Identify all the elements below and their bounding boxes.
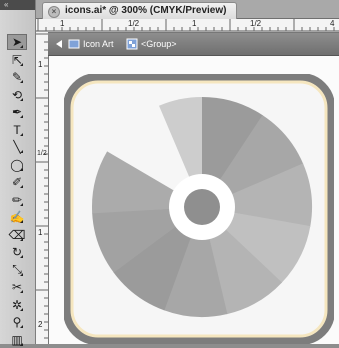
flyout-indicator-icon — [20, 325, 23, 328]
ruler-label: 1/2 — [37, 150, 47, 157]
document-tab[interactable]: × icons.ai* @ 300% (CMYK/Preview) — [42, 2, 238, 19]
column-graph-tool[interactable]: ▥ — [7, 332, 27, 348]
flyout-indicator-icon — [20, 45, 23, 48]
flyout-indicator-icon — [20, 237, 23, 241]
flyout-indicator-icon — [20, 342, 23, 346]
back-arrow-icon[interactable] — [54, 37, 64, 51]
flyout-indicator-icon — [20, 115, 23, 118]
breadcrumb-group-label: <Group> — [141, 39, 177, 49]
close-tab-icon[interactable]: × — [48, 6, 60, 18]
group-icon — [126, 38, 138, 50]
tools-panel: « ➤ ⇱ ✎ ⟲ ✒ T ╲ ◯ ✐ ✏ ✍ ⌫ ↻ ⤡ ✂ ✲ ⚲ ▥ — [0, 0, 36, 347]
isolation-mode-bar: Icon Art <Group> — [48, 33, 339, 56]
vertical-ruler[interactable]: 1 1/2 1 2 — [36, 32, 49, 344]
breadcrumb-group[interactable]: <Group> — [126, 37, 177, 51]
eraser-tool[interactable]: ⌫ — [7, 227, 27, 243]
ruler-label: 1 — [192, 19, 197, 28]
width-tool[interactable]: ✂ — [7, 279, 27, 295]
flyout-indicator-icon — [20, 272, 23, 276]
document-tab-bar: × icons.ai* @ 300% (CMYK/Preview) — [36, 0, 339, 19]
ruler-label: 2 — [38, 320, 43, 329]
ruler-label: 1 — [60, 19, 65, 28]
tools-panel-header[interactable]: « — [0, 0, 35, 10]
blob-brush-tool[interactable]: ✍ — [7, 209, 27, 225]
flyout-indicator-icon — [20, 255, 23, 258]
breadcrumb-layer[interactable]: Icon Art — [68, 37, 114, 51]
magic-wand-tool[interactable]: ✎ — [7, 69, 27, 85]
flyout-indicator-icon — [20, 290, 23, 293]
horizontal-ruler-ticks — [36, 19, 339, 32]
ruler-label: 4 — [330, 19, 335, 28]
selection-tool[interactable]: ➤ — [7, 34, 27, 50]
zoom-tool[interactable]: ⚲ — [7, 314, 27, 330]
pen-tool[interactable]: ✒ — [7, 104, 27, 120]
type-tool[interactable]: T — [7, 122, 27, 138]
layer-icon — [68, 39, 80, 49]
flyout-indicator-icon — [20, 202, 23, 206]
flyout-indicator-icon — [20, 150, 23, 153]
ellipse-tool[interactable]: ◯ — [7, 157, 27, 173]
flyout-indicator-icon — [20, 80, 23, 83]
breadcrumb-layer-label: Icon Art — [83, 39, 114, 49]
ruler-label: 1/2 — [250, 19, 262, 28]
flyout-indicator-icon — [20, 185, 23, 188]
ruler-label: 1/2 — [128, 19, 140, 28]
icon-artwork[interactable] — [64, 74, 334, 344]
scale-tool[interactable]: ⤡ — [7, 262, 27, 278]
line-segment-tool[interactable]: ╲ — [7, 139, 27, 155]
ruler-label: 1 — [38, 60, 43, 69]
flyout-indicator-icon — [20, 220, 23, 223]
ruler-label: 1 — [38, 228, 43, 237]
pencil-tool[interactable]: ✏ — [7, 192, 27, 208]
rotate-tool[interactable]: ↻ — [7, 244, 27, 260]
lasso-tool[interactable]: ⟲ — [7, 87, 27, 103]
flyout-indicator-icon — [20, 167, 23, 171]
flyout-indicator-icon — [20, 132, 23, 136]
document-tab-title: icons.ai* @ 300% (CMYK/Preview) — [65, 5, 227, 16]
direct-selection-tool[interactable]: ⇱ — [7, 52, 27, 68]
pie-hub — [184, 189, 220, 225]
paintbrush-tool[interactable]: ✐ — [7, 174, 27, 190]
horizontal-ruler[interactable]: 1 1/2 1 1/2 4 — [36, 19, 339, 33]
flyout-indicator-icon — [20, 62, 23, 66]
symbol-sprayer-tool[interactable]: ✲ — [7, 297, 27, 313]
flyout-indicator-icon — [20, 307, 23, 311]
vertical-ruler-ticks — [36, 33, 48, 339]
flyout-indicator-icon — [20, 97, 23, 101]
